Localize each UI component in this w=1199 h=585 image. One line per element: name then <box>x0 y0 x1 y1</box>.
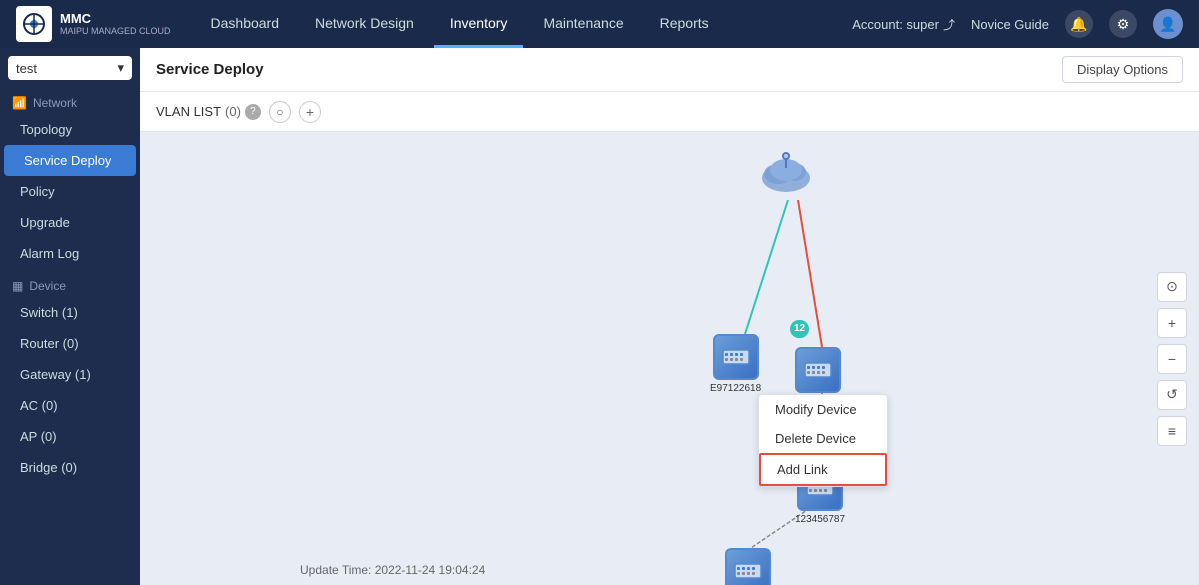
nav-inventory[interactable]: Inventory <box>434 0 524 48</box>
main-layout: test ▾ 📶 Network Topology Service Deploy… <box>0 48 1199 585</box>
sidebar-item-gateway[interactable]: Gateway (1) <box>0 359 140 390</box>
zoom-out-icon: − <box>1168 351 1176 367</box>
topology-connections <box>140 132 1199 585</box>
reset-button[interactable]: ↺ <box>1157 380 1187 410</box>
sidebar-item-switch[interactable]: Switch (1) <box>0 297 140 328</box>
nav-links: Dashboard Network Design Inventory Maint… <box>195 0 853 48</box>
vlan-refresh-button[interactable]: ○ <box>269 101 291 123</box>
add-icon: + <box>306 104 314 120</box>
nav-right: Account: super ⤴ Novice Guide 🔔 ⚙ 👤 <box>852 9 1183 39</box>
display-options-button[interactable]: Display Options <box>1062 56 1183 83</box>
layers-icon: ≡ <box>1168 423 1176 439</box>
sidebar-item-ap[interactable]: AP (0) <box>0 421 140 452</box>
vlan-list-label: VLAN LIST (0) ? <box>156 104 261 120</box>
sidebar-item-alarm-log[interactable]: Alarm Log <box>0 238 140 269</box>
zoom-in-button[interactable]: + <box>1157 308 1187 338</box>
badge-12-top: 12 <box>790 319 809 338</box>
sidebar-item-ac[interactable]: AC (0) <box>0 390 140 421</box>
device-section-label: ▦ Device <box>0 269 140 297</box>
zoom-out-button[interactable]: − <box>1157 344 1187 374</box>
sidebar-item-upgrade[interactable]: Upgrade <box>0 207 140 238</box>
environment-selector[interactable]: test ▾ <box>8 56 132 80</box>
account-expand-icon: ⤴ <box>943 16 955 33</box>
page-title: Service Deploy <box>156 61 264 78</box>
vlan-add-button[interactable]: + <box>299 101 321 123</box>
context-menu-add-link[interactable]: Add Link <box>759 453 887 486</box>
context-menu-delete-device[interactable]: Delete Device <box>759 424 887 453</box>
context-menu: Modify Device Delete Device Add Link <box>758 394 888 487</box>
zoom-in-icon: + <box>1168 315 1176 331</box>
reset-icon: ↺ <box>1166 386 1178 403</box>
context-menu-modify-device[interactable]: Modify Device <box>759 395 887 424</box>
sidebar-item-bridge[interactable]: Bridge (0) <box>0 452 140 483</box>
grid-icon: ▦ <box>12 279 23 293</box>
logo-area: MMC MAIPU MANAGED CLOUD <box>16 6 171 42</box>
nav-reports[interactable]: Reports <box>644 0 725 48</box>
toolbar: VLAN LIST (0) ? ○ + <box>140 92 1199 132</box>
nav-maintenance[interactable]: Maintenance <box>527 0 639 48</box>
main-content: Service Deploy Display Options VLAN LIST… <box>140 48 1199 585</box>
account-label: Account: super ⤴ <box>852 16 955 33</box>
network-section-label: 📶 Network <box>0 88 140 114</box>
sidebar-item-router[interactable]: Router (0) <box>0 328 140 359</box>
device-node-switch4[interactable]: 0007214170100004 <box>708 548 788 585</box>
logo-text: MMC MAIPU MANAGED CLOUD <box>60 11 171 37</box>
settings-button[interactable]: ⚙ <box>1109 10 1137 38</box>
device-label-switch1: E97122618 <box>710 383 761 394</box>
layers-button[interactable]: ≡ <box>1157 416 1187 446</box>
device-node-switch1[interactable]: E97122618 <box>710 334 761 394</box>
gear-icon: ⚙ <box>1117 16 1130 33</box>
sidebar-item-topology[interactable]: Topology <box>0 114 140 145</box>
topology-canvas[interactable]: 12 E97122618 <box>140 132 1199 585</box>
chevron-down-icon: ▾ <box>117 60 124 76</box>
nav-network-design[interactable]: Network Design <box>299 0 430 48</box>
bell-icon: 🔔 <box>1070 16 1087 33</box>
notification-bell-button[interactable]: 🔔 <box>1065 10 1093 38</box>
sidebar: test ▾ 📶 Network Topology Service Deploy… <box>0 48 140 585</box>
fit-screen-icon: ⊙ <box>1166 278 1178 295</box>
right-controls: ⊙ + − ↺ ≡ <box>1157 272 1187 446</box>
nav-dashboard[interactable]: Dashboard <box>195 0 296 48</box>
sidebar-item-service-deploy[interactable]: Service Deploy <box>4 145 136 176</box>
refresh-icon: ○ <box>276 105 283 119</box>
novice-guide-link[interactable]: Novice Guide <box>971 17 1049 32</box>
cloud-node[interactable] <box>758 150 814 192</box>
wifi-icon: 📶 <box>12 96 27 110</box>
sidebar-item-policy[interactable]: Policy <box>0 176 140 207</box>
fit-screen-button[interactable]: ⊙ <box>1157 272 1187 302</box>
page-header: Service Deploy Display Options <box>140 48 1199 92</box>
avatar-button[interactable]: 👤 <box>1153 9 1183 39</box>
top-nav: MMC MAIPU MANAGED CLOUD Dashboard Networ… <box>0 0 1199 48</box>
update-time: Update Time: 2022-11-24 19:04:24 <box>300 563 485 577</box>
device-label-switch3: 123456787 <box>795 514 845 525</box>
logo-icon <box>16 6 52 42</box>
user-icon: 👤 <box>1159 16 1176 33</box>
vlan-help-icon[interactable]: ? <box>245 104 261 120</box>
